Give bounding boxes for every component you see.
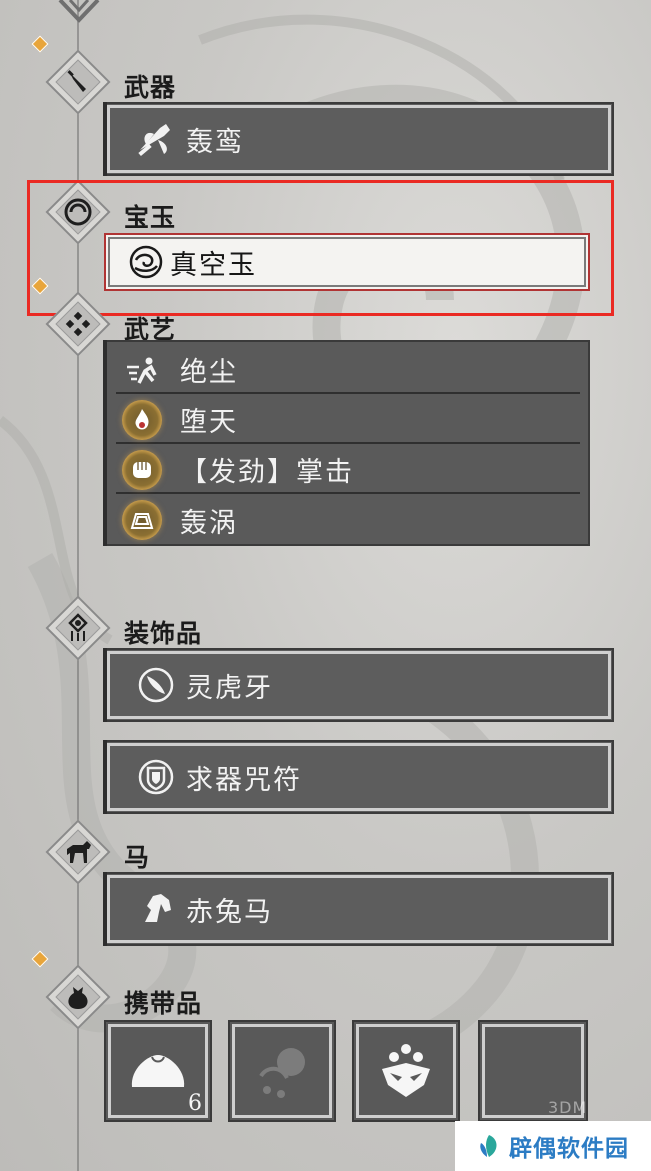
weapon-node: [31, 35, 111, 115]
sword-icon: [62, 66, 94, 98]
carry-slot-1[interactable]: 6: [104, 1020, 212, 1122]
arts-node: [31, 277, 111, 357]
new-badge-marker: [31, 35, 49, 53]
ornament-icon: [62, 612, 94, 644]
bag-icon: [62, 981, 94, 1013]
arts-item-label: 轰涡: [180, 507, 238, 539]
mask-icon: [354, 1022, 458, 1120]
clover-icon: [62, 308, 94, 340]
fang-icon: [136, 665, 176, 705]
accessory-slot-2[interactable]: 求器咒符: [103, 740, 614, 814]
horse-head-icon: [136, 889, 176, 929]
watermark-text: 辟偶软件园: [509, 1136, 629, 1162]
accessory-name-2: 求器咒符: [186, 764, 302, 796]
arts-item[interactable]: 堕天: [116, 396, 580, 444]
horse-node: [45, 819, 111, 885]
arts-item[interactable]: 绝尘: [116, 346, 580, 394]
flame-icon: [122, 400, 162, 440]
faint-watermark: 3DM: [548, 1098, 588, 1117]
horse-name: 赤兔马: [186, 896, 273, 928]
talisman-icon: [136, 757, 176, 797]
weapon-slot[interactable]: 轰鸾: [103, 102, 614, 176]
accessory-name-1: 灵虎牙: [186, 672, 273, 704]
horse-icon: [62, 836, 94, 868]
arts-item[interactable]: 轰涡: [116, 496, 580, 544]
pouch-icon: [230, 1022, 334, 1120]
carry-section-title: 携带品: [124, 989, 203, 1018]
item-count: 6: [188, 1091, 202, 1116]
carry-node: [31, 950, 111, 1030]
arts-item-label: 绝尘: [180, 356, 238, 388]
weapon-section-title: 武器: [124, 73, 177, 102]
new-badge-marker: [31, 950, 49, 968]
fist-icon: [122, 450, 162, 490]
axe-icon: [136, 119, 176, 159]
accessory-section-title: 装饰品: [124, 619, 203, 648]
carry-slot-2[interactable]: [228, 1020, 336, 1122]
selection-highlight-box: [27, 180, 614, 316]
leaf-logo-icon: [480, 1135, 497, 1157]
carry-slot-3[interactable]: [352, 1020, 460, 1122]
arts-item-label: 堕天: [180, 406, 238, 438]
horse-section-title: 马: [124, 843, 151, 872]
arts-list: 绝尘 堕天 【发劲】掌击 轰涡: [103, 340, 590, 546]
arts-item[interactable]: 【发劲】掌击: [116, 446, 580, 494]
accessory-slot-1[interactable]: 灵虎牙: [103, 648, 614, 722]
horse-slot[interactable]: 赤兔马: [103, 872, 614, 946]
watermark-badge: 辟偶软件园: [455, 1121, 651, 1171]
vortex-icon: [122, 500, 162, 540]
top-ornament: [58, 0, 100, 23]
accessory-node: [45, 595, 111, 661]
weapon-name: 轰鸾: [186, 126, 244, 158]
arts-item-label: 【发劲】掌击: [180, 456, 354, 488]
dash-icon: [122, 350, 162, 390]
